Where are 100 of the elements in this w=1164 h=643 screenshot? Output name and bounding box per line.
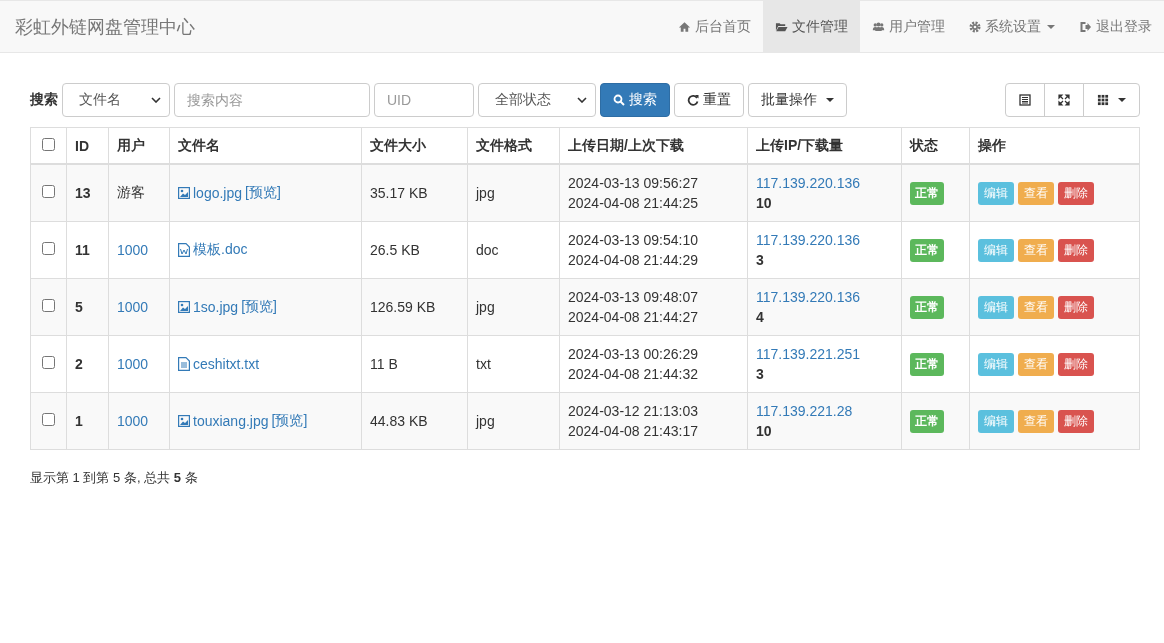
user-link[interactable]: 1000 (117, 299, 149, 315)
user-cell: 游客 (117, 184, 145, 200)
chevron-down-icon (577, 97, 587, 103)
list-icon (1019, 94, 1031, 106)
format-cell: jpg (476, 185, 495, 201)
file-link[interactable]: 模板.doc (193, 241, 248, 259)
nav-item[interactable]: 后台首页 (666, 1, 763, 52)
column-header: 上传日期/上次下载 (568, 136, 684, 153)
last-download-date: 2024-04-08 21:44:32 (568, 365, 699, 384)
size-cell: 11 B (370, 356, 398, 372)
download-count: 3 (756, 365, 765, 384)
format-cell: doc (476, 242, 499, 258)
brand-title[interactable]: 彩虹外链网盘管理中心 (0, 14, 195, 39)
format-cell: jpg (476, 413, 495, 429)
last-download-date: 2024-04-08 21:43:17 (568, 422, 699, 441)
file-link[interactable]: 1so.jpg (193, 299, 239, 315)
delete-button[interactable]: 删除 (1058, 238, 1094, 262)
delete-button[interactable]: 删除 (1058, 352, 1094, 376)
caret-icon (1118, 98, 1126, 102)
select-all-checkbox[interactable] (42, 137, 55, 151)
id-cell: 2 (75, 356, 83, 372)
status-label: 正常 (910, 181, 944, 205)
ip-link[interactable]: 117.139.220.136 (756, 230, 893, 250)
column-header: 文件格式 (476, 136, 532, 153)
grid-icon (1097, 94, 1109, 106)
search-field[interactable]: 搜索内容 (174, 83, 370, 117)
size-cell: 26.5 KB (370, 242, 420, 258)
ip-link[interactable]: 117.139.221.28 (756, 401, 893, 421)
search-button[interactable]: 搜索 (600, 83, 670, 117)
download-count: 10 (756, 422, 773, 441)
size-cell: 35.17 KB (370, 185, 428, 201)
batch-actions-button[interactable]: 批量操作 (748, 83, 847, 117)
preview-link[interactable]: [预览] (245, 184, 281, 202)
upload-date: 2024-03-13 00:26:29 (568, 345, 699, 364)
chevron-down-icon (151, 97, 161, 103)
preview-link[interactable]: [预览] (271, 412, 308, 430)
user-link[interactable]: 1000 (117, 242, 149, 258)
fullscreen-button[interactable] (1044, 83, 1084, 117)
list-view-button[interactable] (1005, 83, 1045, 117)
upload-date: 2024-03-13 09:56:27 (568, 174, 699, 193)
status-label: 正常 (910, 352, 944, 376)
row-checkbox[interactable] (42, 413, 55, 426)
nav-item[interactable]: 系统设置 (957, 1, 1067, 52)
status-label: 正常 (910, 409, 944, 433)
search-label: 搜索 (30, 91, 58, 109)
column-header: 文件名 (178, 136, 220, 153)
user-link[interactable]: 1000 (117, 413, 149, 429)
size-cell: 126.59 KB (370, 299, 436, 315)
user-link[interactable]: 1000 (117, 356, 149, 372)
id-cell: 1 (75, 413, 83, 429)
uid-field[interactable]: UID (374, 83, 474, 117)
column-header: 用户 (117, 136, 145, 153)
format-cell: jpg (476, 299, 495, 315)
status-label: 正常 (910, 238, 944, 262)
column-header: 文件大小 (370, 136, 426, 153)
ip-link[interactable]: 117.139.220.136 (756, 173, 893, 193)
nav-item[interactable]: 文件管理 (763, 1, 860, 52)
file-link[interactable]: ceshitxt.txt (193, 356, 260, 372)
column-header: 操作 (978, 136, 1006, 153)
file-link[interactable]: touxiang.jpg (193, 413, 269, 429)
format-cell: txt (476, 356, 491, 372)
caret-icon (826, 98, 834, 102)
nav-item[interactable]: 退出登录 (1067, 1, 1164, 52)
id-cell: 11 (75, 242, 90, 258)
ip-link[interactable]: 117.139.221.251 (756, 344, 893, 364)
column-header: ID (75, 137, 89, 154)
last-download-date: 2024-04-08 21:44:27 (568, 308, 699, 327)
search-icon (613, 94, 625, 106)
column-header: 状态 (910, 136, 938, 153)
id-cell: 13 (75, 185, 91, 201)
upload-date: 2024-03-12 21:13:03 (568, 402, 699, 421)
last-download-date: 2024-04-08 21:44:25 (568, 194, 699, 213)
download-count: 10 (756, 194, 773, 213)
reset-button[interactable]: 重置 (674, 83, 744, 117)
download-count: 3 (756, 251, 765, 270)
delete-button[interactable]: 删除 (1058, 181, 1094, 205)
ip-link[interactable]: 117.139.220.136 (756, 287, 893, 307)
pagination-info: 显示第 1 到第 5 条, 总共 5 条 (30, 469, 199, 487)
status-select[interactable]: 全部状态 (478, 83, 596, 117)
file-link[interactable]: logo.jpg (193, 185, 243, 201)
fullscreen-icon (1058, 94, 1070, 106)
last-download-date: 2024-04-08 21:44:29 (568, 251, 699, 270)
upload-date: 2024-03-13 09:48:07 (568, 288, 699, 307)
row-checkbox[interactable] (42, 299, 55, 312)
delete-button[interactable]: 删除 (1058, 409, 1094, 433)
upload-date: 2024-03-13 09:54:10 (568, 231, 699, 250)
preview-link[interactable]: [预览] (241, 298, 277, 316)
row-checkbox[interactable] (42, 185, 55, 198)
column-header: 上传IP/下载量 (756, 136, 844, 153)
download-count: 4 (756, 308, 765, 327)
row-checkbox[interactable] (42, 242, 55, 255)
size-cell: 44.83 KB (370, 413, 428, 429)
nav-item[interactable]: 用户管理 (860, 1, 957, 52)
refresh-icon (687, 94, 699, 106)
row-checkbox[interactable] (42, 356, 55, 369)
status-label: 正常 (910, 295, 944, 319)
id-cell: 5 (75, 299, 83, 315)
delete-button[interactable]: 删除 (1058, 295, 1094, 319)
field-select[interactable]: 文件名 (62, 83, 170, 117)
columns-button[interactable] (1083, 83, 1140, 117)
